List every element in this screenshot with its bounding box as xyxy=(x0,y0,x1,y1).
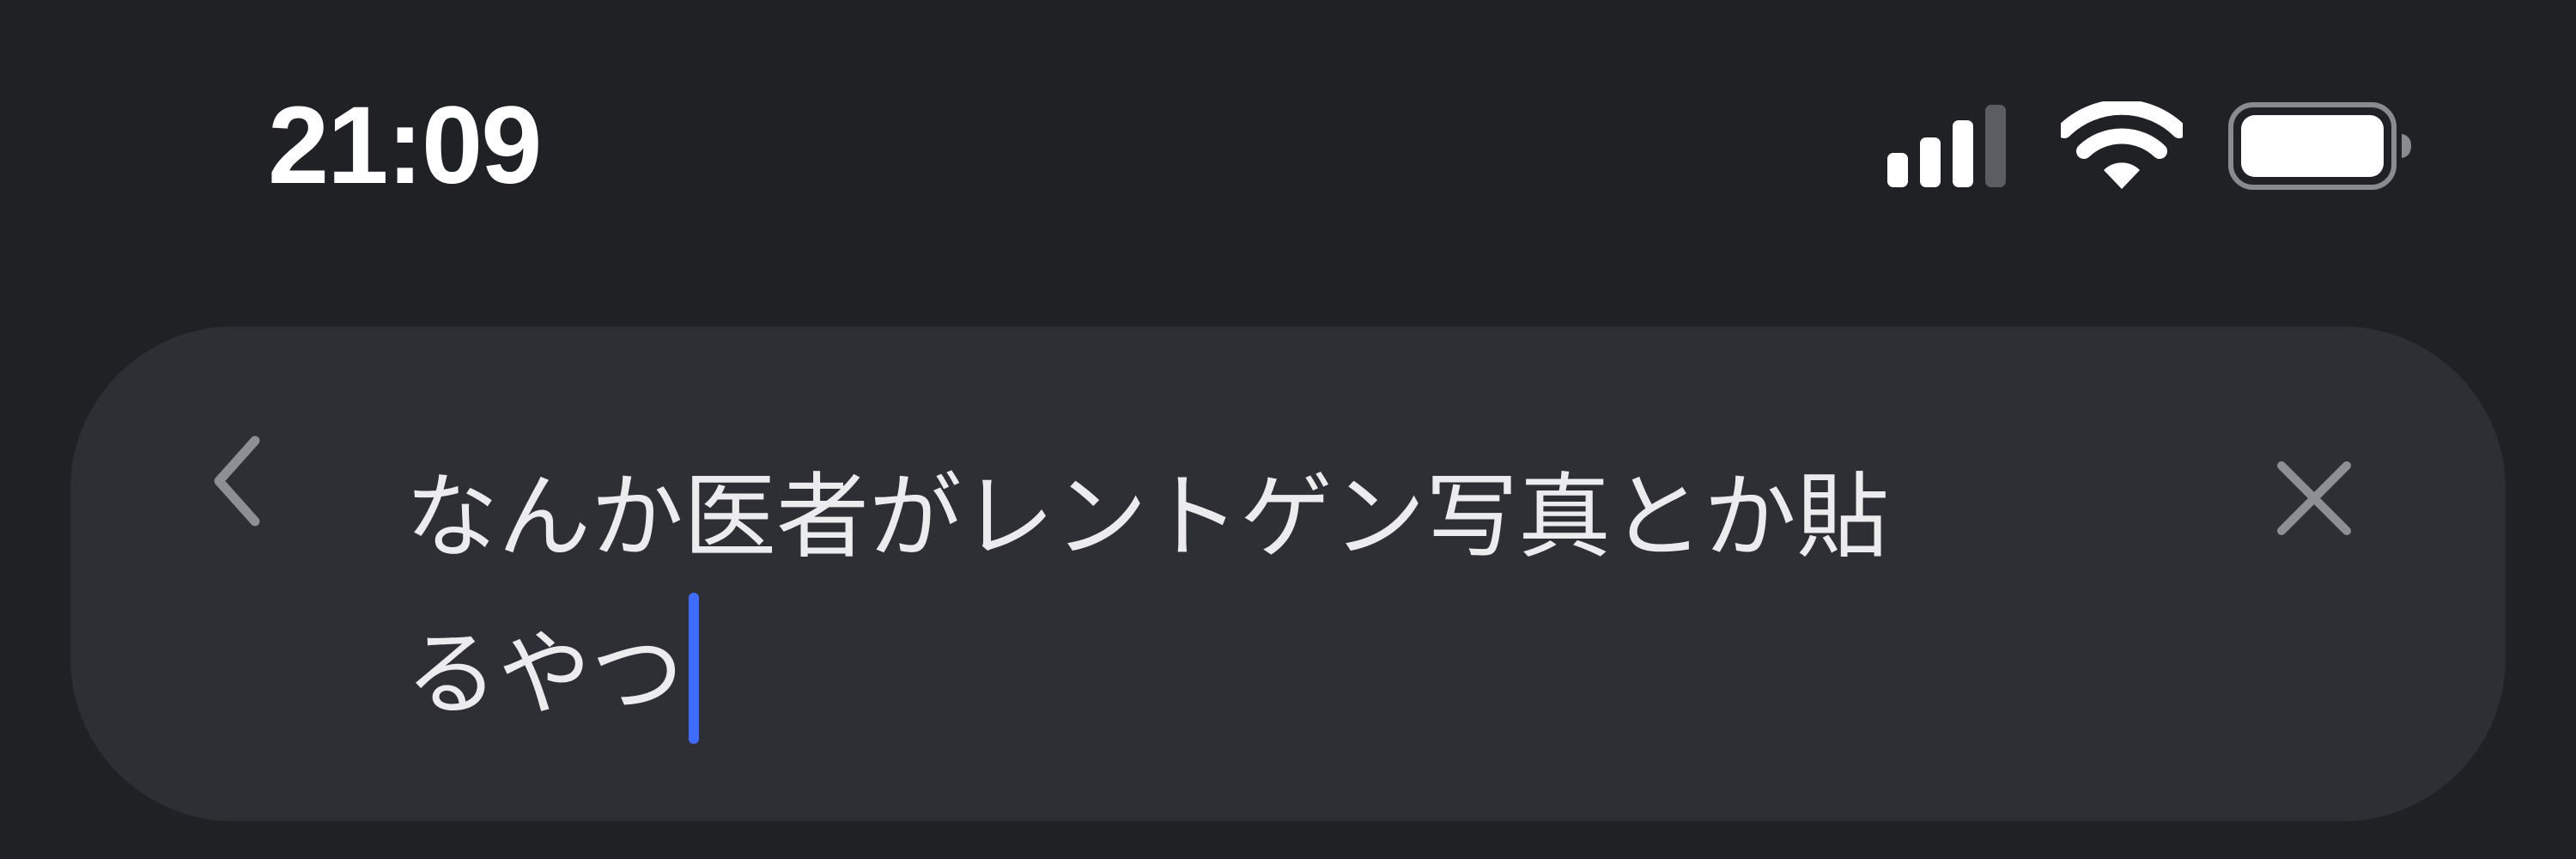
text-caret xyxy=(689,593,700,744)
search-text-line-2-content: るやつ xyxy=(405,621,684,728)
signal-bar-4 xyxy=(1985,105,2006,187)
status-time: 21:09 xyxy=(268,84,542,207)
back-button[interactable] xyxy=(191,430,285,533)
signal-bar-3 xyxy=(1953,120,1973,187)
search-text-line-2: るやつ xyxy=(405,593,2020,750)
status-bar: 21:09 xyxy=(0,0,2576,292)
search-text-line-1: なんか医者がレントゲン写真とか貼 xyxy=(405,464,1890,571)
clear-button[interactable] xyxy=(2267,447,2361,550)
battery-icon xyxy=(2228,102,2411,190)
search-input[interactable]: なんか医者がレントゲン写真とか貼 るやつ xyxy=(405,443,2020,750)
chevron-left-icon xyxy=(214,436,260,527)
signal-bar-2 xyxy=(1920,137,1941,187)
cellular-signal-icon xyxy=(1887,101,2018,187)
close-icon xyxy=(2277,461,2351,535)
wifi-icon xyxy=(2061,101,2183,189)
signal-bar-1 xyxy=(1887,153,1908,187)
